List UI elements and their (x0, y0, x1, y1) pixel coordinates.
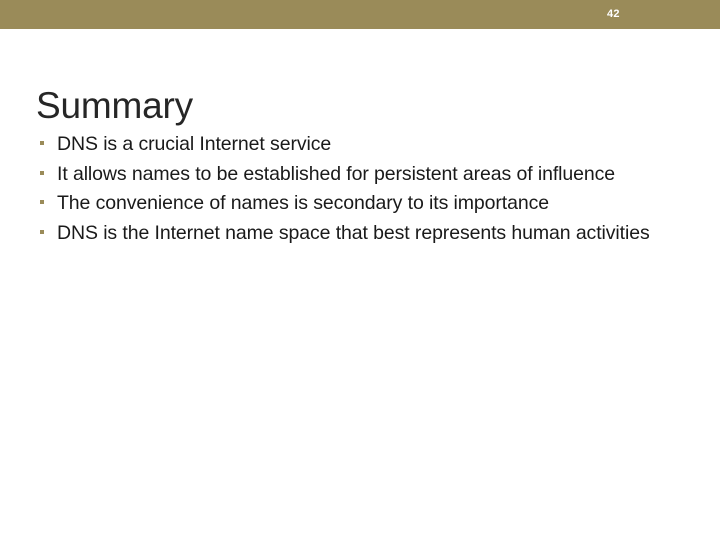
list-item: DNS is a crucial Internet service (36, 130, 696, 159)
list-item: It allows names to be established for pe… (36, 160, 696, 189)
bullet-dot-icon (40, 200, 44, 204)
bullet-dot-icon (40, 229, 44, 234)
list-item-label: The convenience of names is secondary to… (57, 192, 550, 214)
list-item-label: It allows names to be established for pe… (57, 162, 616, 185)
list-item-label: DNS is a crucial Internet service (57, 133, 332, 155)
page-title: Summary (36, 84, 193, 126)
bullet-list: DNS is a crucial Internet service It all… (36, 130, 696, 248)
page-number: 42 (607, 8, 620, 20)
slide: 42 Summary DNS is a crucial Internet ser… (0, 0, 720, 540)
bullet-dot-icon (40, 141, 44, 145)
list-item-label: DNS is the Internet name space that best… (57, 221, 650, 244)
header-bar: 42 (0, 0, 720, 29)
list-item: The convenience of names is secondary to… (36, 189, 696, 218)
bullet-dot-icon (40, 170, 44, 175)
list-item: DNS is the Internet name space that best… (36, 219, 696, 248)
